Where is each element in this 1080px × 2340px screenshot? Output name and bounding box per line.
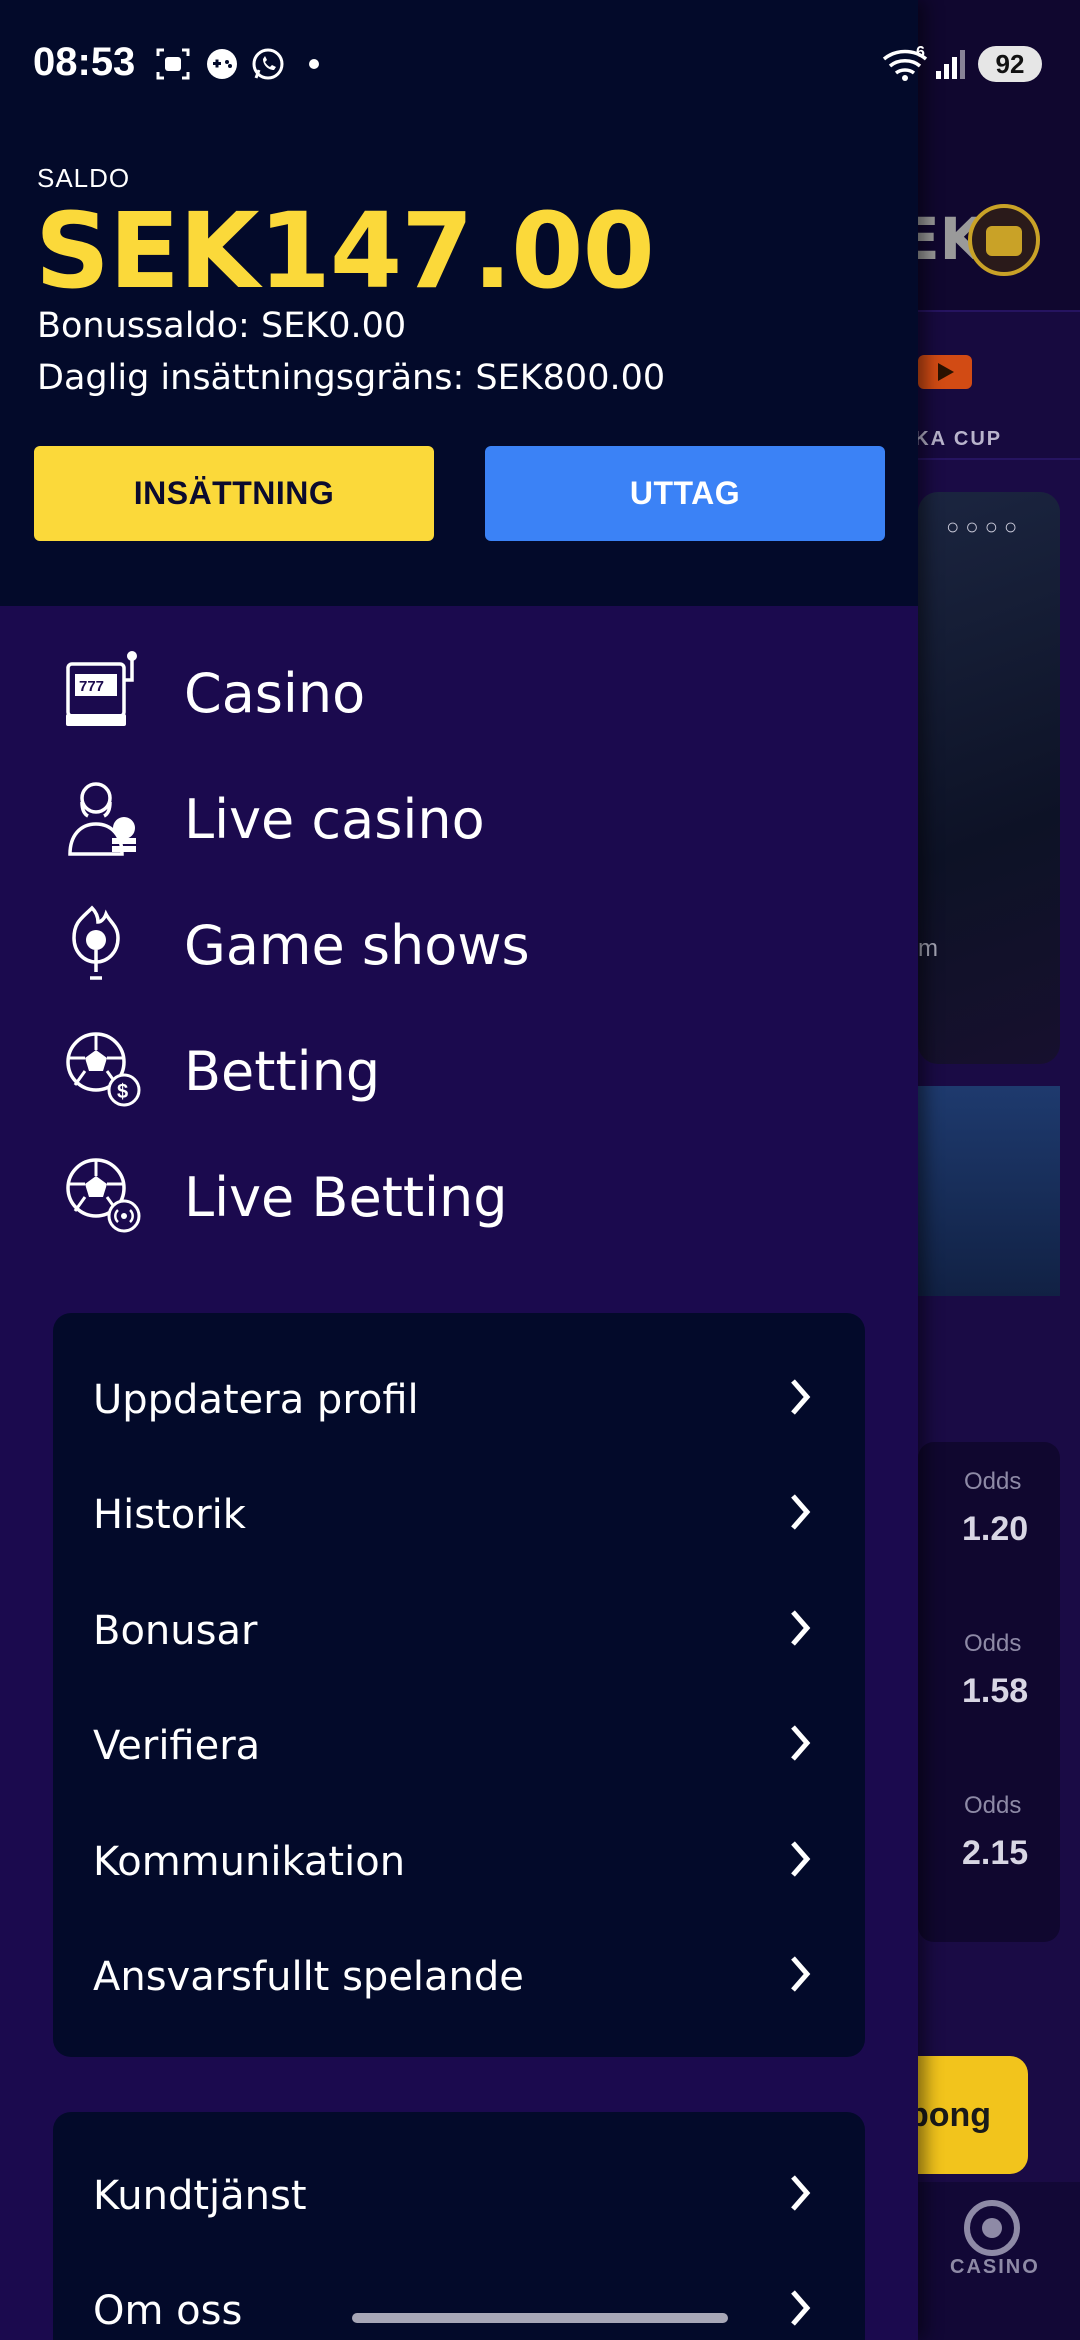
- chevron-right-icon: [791, 1610, 811, 1646]
- menu-item-label: Bonusar: [93, 1608, 258, 1654]
- chevron-right-icon: [791, 2175, 811, 2211]
- menu-item-verify[interactable]: Verifiera: [53, 1693, 865, 1793]
- soccer-ball-dollar-icon: $: [66, 1032, 141, 1107]
- bottom-nav-casino-label: CASINO: [950, 2256, 1040, 2278]
- screenshot-icon: [156, 48, 190, 80]
- notification-dot: [309, 59, 319, 69]
- menu-item-label: Kommunikation: [93, 1839, 406, 1885]
- odds-label: Odds: [964, 1630, 1022, 1657]
- chevron-right-icon: [791, 1379, 811, 1415]
- menu-item-bonuses[interactable]: Bonusar: [53, 1578, 865, 1678]
- status-bar: 08:53 6 92: [0, 0, 1080, 130]
- roulette-icon: [964, 2200, 1020, 2256]
- coin-icon: [968, 204, 1040, 276]
- svg-text:777: 777: [79, 678, 104, 695]
- category-label: Casino: [184, 662, 366, 725]
- menu-item-update-profile[interactable]: Uppdatera profil: [53, 1347, 865, 1447]
- menu-item-label: Ansvarsfullt spelande: [93, 1954, 524, 2000]
- menu-item-customer-service[interactable]: Kundtjänst: [53, 2143, 865, 2243]
- background-cta-text: pong: [908, 2096, 992, 2134]
- chevron-right-icon: [791, 1725, 811, 1761]
- carousel-dots: ○○○○: [946, 514, 1024, 539]
- background-card-text: m: [918, 935, 938, 962]
- slot-machine-icon: 777: [66, 651, 137, 726]
- balance-amount: SEK147.00: [35, 190, 655, 312]
- wifi-generation-label: 6: [916, 44, 925, 61]
- play-icon: [918, 355, 972, 389]
- deposit-button[interactable]: INSÄTTNING: [34, 446, 434, 541]
- whatsapp-icon: [252, 48, 284, 80]
- background-stadium-card: [918, 1086, 1060, 1296]
- chevron-right-icon: [791, 1494, 811, 1530]
- cellular-signal-icon: [936, 50, 965, 79]
- support-menu-card: Kundtjänst Om oss: [53, 2112, 865, 2340]
- menu-item-history[interactable]: Historik: [53, 1462, 865, 1562]
- chevron-right-icon: [791, 1956, 811, 1992]
- dealer-icon: [68, 782, 136, 856]
- chevron-right-icon: [791, 1841, 811, 1877]
- category-label: Game shows: [184, 914, 530, 977]
- menu-item-about-us[interactable]: Om oss: [53, 2258, 865, 2340]
- withdraw-button[interactable]: UTTAG: [485, 446, 885, 541]
- menu-item-label: Uppdatera profil: [93, 1377, 419, 1423]
- status-time: 08:53: [33, 40, 136, 84]
- odds-value: 1.58: [962, 1672, 1029, 1710]
- odds-value: 1.20: [962, 1510, 1029, 1548]
- bonus-balance: Bonussaldo: SEK0.00: [37, 306, 407, 346]
- category-live-casino[interactable]: Live casino: [62, 776, 862, 866]
- odds-label: Odds: [964, 1792, 1022, 1819]
- category-label: Live casino: [184, 788, 485, 851]
- chevron-right-icon: [791, 2290, 811, 2326]
- category-label: Live Betting: [184, 1166, 508, 1229]
- category-casino[interactable]: 777 Casino: [62, 650, 862, 740]
- battery-indicator: 92: [978, 46, 1042, 82]
- menu-item-communication[interactable]: Kommunikation: [53, 1809, 865, 1909]
- deposit-limit: Daglig insättningsgräns: SEK800.00: [37, 358, 666, 398]
- category-live-betting[interactable]: Live Betting: [62, 1154, 862, 1244]
- category-label: Betting: [184, 1040, 381, 1103]
- menu-item-label: Kundtjänst: [93, 2173, 307, 2219]
- microphone-icon: [72, 905, 120, 980]
- game-controller-icon: [207, 49, 237, 79]
- category-game-shows[interactable]: Game shows: [62, 902, 862, 992]
- svg-text:$: $: [117, 1081, 128, 1103]
- menu-item-responsible-gaming[interactable]: Ansvarsfullt spelande: [53, 1924, 865, 2024]
- odds-label: Odds: [964, 1468, 1022, 1495]
- odds-value: 2.15: [962, 1834, 1029, 1872]
- background-banner-card: [918, 492, 1060, 1064]
- menu-item-label: Historik: [93, 1492, 246, 1538]
- home-indicator[interactable]: [352, 2313, 728, 2323]
- menu-item-label: Om oss: [93, 2288, 243, 2334]
- soccer-ball-live-icon: [66, 1158, 141, 1233]
- category-betting[interactable]: $ Betting: [62, 1028, 862, 1118]
- menu-item-label: Verifiera: [93, 1723, 261, 1769]
- account-menu-card: Uppdatera profil Historik Bonusar Verifi…: [53, 1313, 865, 2057]
- side-drawer: SALDO SEK147.00 Bonussaldo: SEK0.00 Dagl…: [0, 0, 918, 2340]
